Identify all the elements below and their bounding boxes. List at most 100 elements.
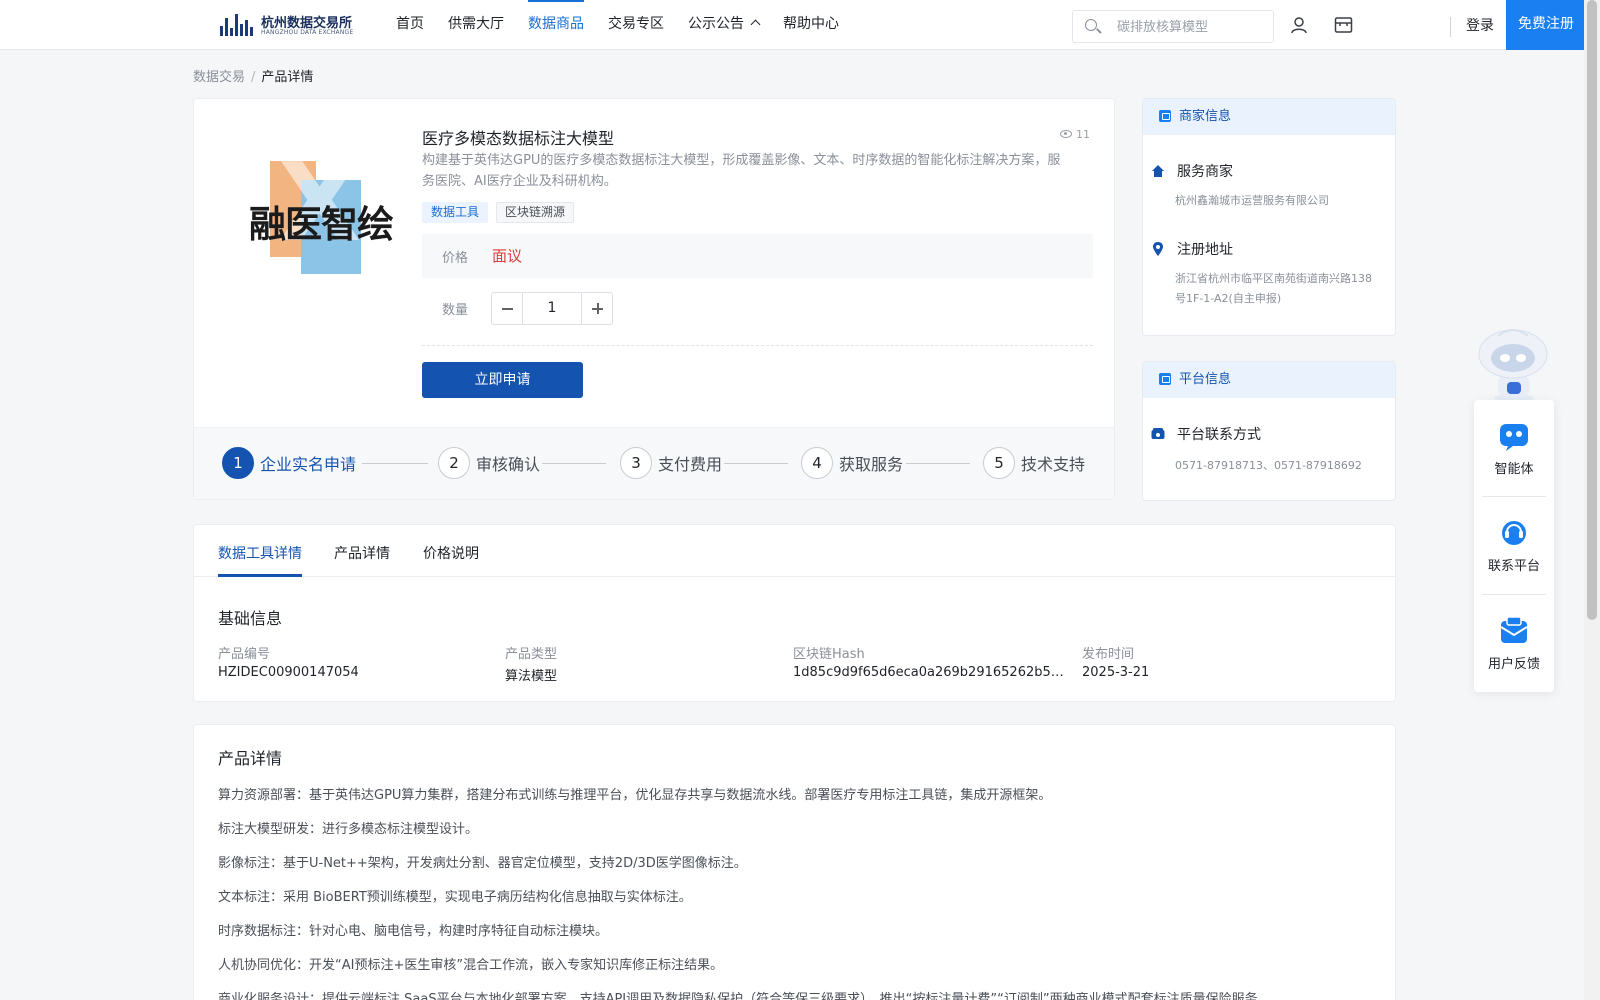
feedback-mail-icon <box>1500 616 1528 643</box>
breadcrumb-current: 产品详情 <box>261 70 314 85</box>
step-1: 1 企业实名申请 <box>222 447 356 479</box>
nav-help-center[interactable]: 帮助中心 <box>783 0 839 50</box>
step-number: 3 <box>620 447 652 479</box>
minus-icon[interactable] <box>492 293 523 324</box>
page-scrollbar[interactable] <box>1584 0 1600 1000</box>
price-value: 面议 <box>492 247 523 265</box>
field-blockchain-hash-label: 区块链Hash <box>793 647 865 662</box>
product-detail-title: 产品详情 <box>218 749 283 768</box>
logo-text-en: HANGZHOU DATA EXCHANGE <box>261 29 354 36</box>
monitor-icon <box>1159 373 1171 385</box>
detail-line: 影像标注：基于U-Net++架构，开发病灶分割、器官定位模型，支持2D/3D医学… <box>218 856 747 871</box>
step-connector <box>362 463 428 464</box>
step-number: 1 <box>222 447 254 479</box>
service-merchant-value: 杭州鑫瀚城市运营服务有限公司 <box>1175 194 1329 207</box>
detail-line: 标注大模型研发：进行多模态标注模型设计。 <box>218 822 479 837</box>
service-merchant-label: 服务商家 <box>1152 161 1233 181</box>
nav-trade-zone[interactable]: 交易专区 <box>608 0 664 50</box>
scrollbar-thumb[interactable] <box>1587 0 1597 620</box>
platform-info-header: 平台信息 <box>1143 362 1395 398</box>
breadcrumb: 数据交易 / 产品详情 <box>193 66 313 85</box>
step-connector <box>724 463 788 464</box>
shop-icon[interactable] <box>1334 16 1353 34</box>
step-number: 5 <box>983 447 1015 479</box>
platform-contact-label: 平台联系方式 <box>1151 424 1261 444</box>
eye-icon <box>1060 130 1072 138</box>
view-count-value: 11 <box>1076 128 1090 141</box>
search-icon[interactable] <box>1085 19 1097 31</box>
quantity-stepper: 1 <box>491 292 613 325</box>
login-link[interactable]: 登录 <box>1466 15 1494 35</box>
product-image-text: 融医智绘 <box>249 203 394 246</box>
float-feedback[interactable]: 用户反馈 <box>1474 595 1554 691</box>
step-connector <box>542 463 606 464</box>
detail-line: 商业化服务设计：提供云端标注 SaaS平台与本地化部署方案，支持API调用及数据… <box>218 992 1271 1000</box>
step-label: 审核确认 <box>476 455 541 474</box>
detail-line: 文本标注：采用 BioBERT预训练模型，实现电子病历结构化信息抽取与实体标注。 <box>218 890 692 905</box>
plus-icon[interactable] <box>581 293 612 324</box>
price-box: 价格 面议 <box>422 234 1093 278</box>
price-label: 价格 <box>442 251 469 266</box>
detail-tabs: 数据工具详情 产品详情 价格说明 <box>194 525 1395 577</box>
nav-announcements[interactable]: 公示公告 <box>688 0 761 50</box>
field-product-type-label: 产品类型 <box>505 647 558 662</box>
logo-bars-icon <box>220 14 256 36</box>
product-detail-card: 产品详情 算力资源部署：基于英伟达GPU算力集群，搭建分布式训练与推理平台，优化… <box>193 724 1396 1000</box>
step-label: 企业实名申请 <box>260 455 357 474</box>
step-label: 技术支持 <box>1021 455 1086 474</box>
merchant-info-card: 商家信息 服务商家 杭州鑫瀚城市运营服务有限公司 注册地址 浙江省杭州市临平区南… <box>1142 98 1396 336</box>
tag-data-tool: 数据工具 <box>422 202 489 223</box>
breadcrumb-root[interactable]: 数据交易 <box>193 70 245 85</box>
tab-product-details[interactable]: 产品详情 <box>334 543 390 563</box>
quantity-input[interactable]: 1 <box>523 293 581 324</box>
store-icon <box>1159 110 1171 122</box>
main-nav: 首页 供需大厅 数据商品 交易专区 公示公告 帮助中心 <box>396 0 863 50</box>
active-tab-indicator <box>218 574 302 577</box>
merchant-info-header: 商家信息 <box>1143 99 1395 135</box>
platform-info-title: 平台信息 <box>1179 372 1232 387</box>
tab-data-tool-details[interactable]: 数据工具详情 <box>218 543 302 563</box>
apply-button[interactable]: 立即申请 <box>422 362 583 398</box>
float-contact[interactable]: 联系平台 <box>1474 497 1554 593</box>
field-publish-date-value: 2025-3-21 <box>1082 665 1150 680</box>
nav-supply-demand[interactable]: 供需大厅 <box>448 0 504 50</box>
search-box <box>1072 10 1274 43</box>
process-steps: 1 企业实名申请 2 审核确认 3 支付费用 4 获取服务 5 技术支持 <box>194 427 1114 499</box>
step-2: 2 审核确认 <box>438 447 540 479</box>
field-blockchain-hash-value: 1d85c9d9f65d6eca0a269b29165262b5e4... <box>793 665 1068 680</box>
location-pin-icon <box>1153 242 1163 256</box>
headset-icon <box>1502 521 1526 545</box>
step-number: 4 <box>801 447 833 479</box>
nav-home[interactable]: 首页 <box>396 0 424 50</box>
search-input[interactable] <box>1117 17 1267 37</box>
field-product-id-value: HZIDEC00900147054 <box>218 665 359 680</box>
robot-chat-icon <box>1500 424 1528 451</box>
basic-info-title: 基础信息 <box>218 609 283 628</box>
site-logo[interactable]: 杭州数据交易所 HANGZHOU DATA EXCHANGE <box>220 12 360 40</box>
float-agent[interactable]: 智能体 <box>1474 400 1554 496</box>
merchant-info-title: 商家信息 <box>1179 109 1232 124</box>
quantity-label: 数量 <box>442 303 469 318</box>
float-contact-label: 联系平台 <box>1487 559 1540 574</box>
detail-line: 时序数据标注：针对心电、脑电信号，构建时序特征自动标注模块。 <box>218 924 609 939</box>
nav-announcements-label: 公示公告 <box>688 16 744 32</box>
dashed-divider <box>422 345 1093 346</box>
platform-contact-text: 平台联系方式 <box>1177 427 1261 443</box>
tag-blockchain: 区块链溯源 <box>496 202 575 223</box>
address-label: 注册地址 <box>1153 239 1233 259</box>
robot-assistant-icon[interactable] <box>1474 326 1552 402</box>
product-tags: 数据工具 区块链溯源 <box>422 202 582 223</box>
service-merchant-text: 服务商家 <box>1177 164 1233 180</box>
float-agent-label: 智能体 <box>1494 462 1534 477</box>
field-product-id-label: 产品编号 <box>218 647 271 662</box>
nav-data-products[interactable]: 数据商品 <box>528 0 584 50</box>
platform-info-card: 平台信息 平台联系方式 0571-87918713、0571-87918692 <box>1142 361 1396 501</box>
page: 杭州数据交易所 HANGZHOU DATA EXCHANGE 首页 供需大厅 数… <box>0 0 1600 1000</box>
tab-price-description[interactable]: 价格说明 <box>423 543 479 563</box>
user-icon[interactable] <box>1290 16 1308 34</box>
step-3: 3 支付费用 <box>620 447 722 479</box>
phone-icon <box>1151 428 1165 439</box>
field-product-type-value: 算法模型 <box>505 669 558 684</box>
product-description: 构建基于英伟达GPU的医疗多模态数据标注大模型，形成覆盖影像、文本、时序数据的智… <box>422 153 1061 189</box>
register-button[interactable]: 免费注册 <box>1506 0 1586 50</box>
